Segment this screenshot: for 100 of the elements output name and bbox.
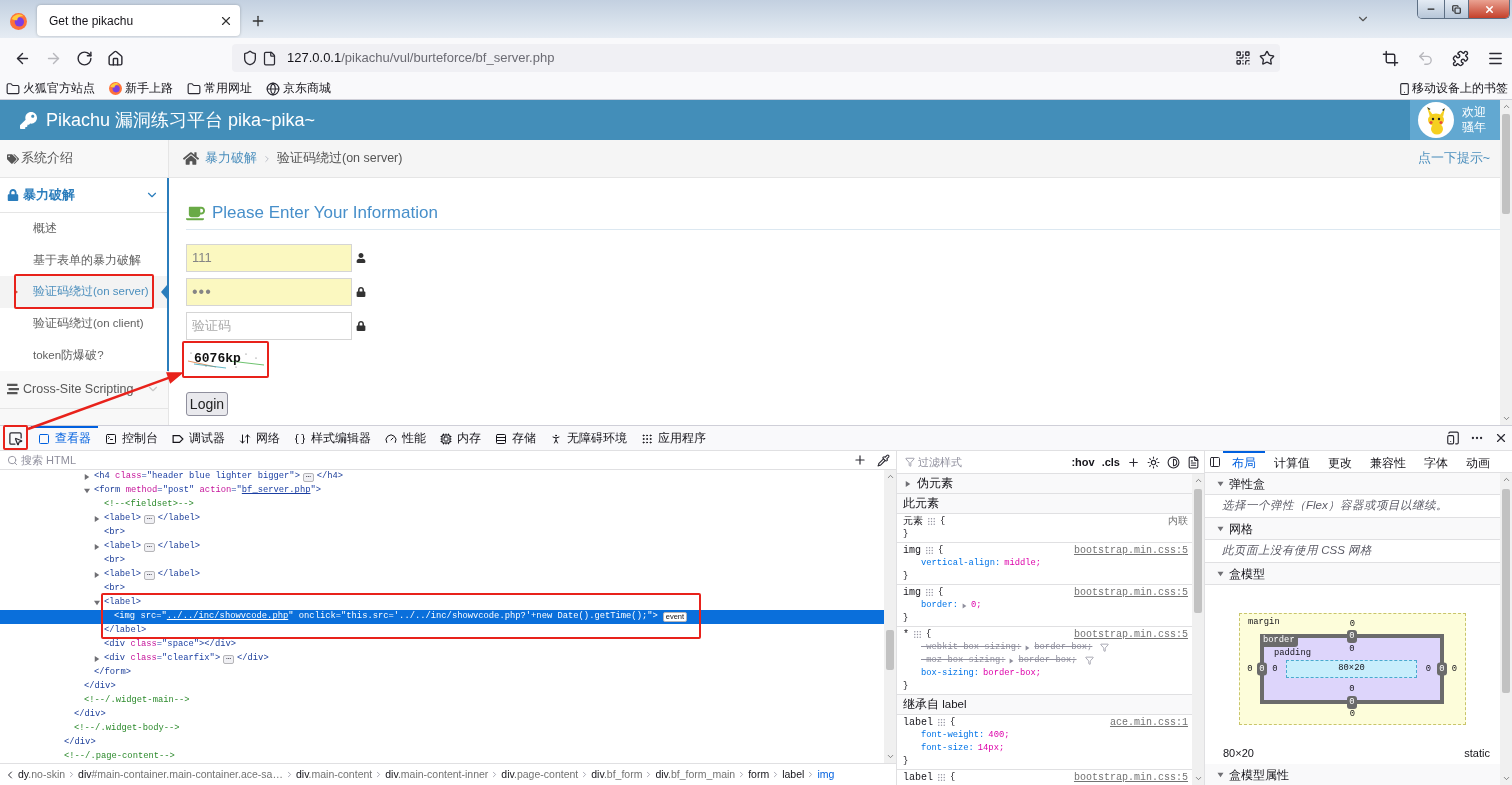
breadcrumb-crumb[interactable]: dy.no-skin bbox=[18, 766, 66, 783]
margin-value[interactable]: 0 bbox=[1349, 619, 1356, 629]
css-selector[interactable]: label bbox=[903, 715, 933, 730]
css-property[interactable]: font-size: bbox=[921, 741, 974, 756]
chevron-down-icon[interactable] bbox=[885, 752, 895, 761]
stylesheet-link[interactable]: bootstrap.min.css:5 bbox=[1073, 770, 1188, 785]
devtools-tab[interactable]: 样式编辑器 bbox=[287, 426, 378, 450]
html-element[interactable]: <br> bbox=[104, 554, 126, 568]
pseudo-class-toggle[interactable]: .cls bbox=[1101, 453, 1120, 471]
section-toggle[interactable]: 盒模型 bbox=[1205, 563, 1500, 585]
home-icon[interactable] bbox=[107, 49, 124, 67]
puzzle-piece-icon[interactable] bbox=[1452, 49, 1469, 67]
html-element[interactable]: <br> bbox=[104, 582, 126, 596]
qr-code-icon[interactable] bbox=[1235, 50, 1251, 66]
devtools-tab[interactable]: 无障碍环境 bbox=[543, 426, 634, 450]
devtools-tab[interactable]: 控制台 bbox=[98, 426, 165, 450]
html-comment[interactable]: <!--/.widget-body--> bbox=[74, 722, 180, 736]
css-property[interactable]: box-sizing: bbox=[921, 666, 980, 681]
bookmark-item[interactable]: 新手上路 bbox=[109, 79, 173, 98]
css-property[interactable]: vertical-align: bbox=[921, 556, 1001, 571]
chevron-up-icon[interactable] bbox=[1501, 475, 1511, 484]
css-value[interactable]: border-box; bbox=[983, 666, 1042, 681]
triangle-down-icon[interactable] bbox=[1217, 525, 1224, 532]
dot-grid-icon[interactable] bbox=[926, 547, 933, 554]
sidebar-tab[interactable]: 动画 bbox=[1457, 451, 1499, 472]
css-value[interactable]: middle; bbox=[1004, 556, 1042, 571]
html-comment[interactable]: <!--<fieldset>--> bbox=[104, 498, 194, 512]
site-title[interactable]: Pikachu 漏洞练习平台 pika~pika~ bbox=[46, 106, 316, 134]
eyedropper-icon[interactable] bbox=[877, 453, 890, 467]
sun-icon[interactable] bbox=[1147, 455, 1160, 469]
breadcrumb-crumb[interactable]: label bbox=[782, 766, 805, 783]
dot-grid-icon[interactable] bbox=[938, 719, 945, 726]
scrollbar-thumb[interactable] bbox=[1502, 114, 1510, 214]
chevron-down-icon[interactable] bbox=[1501, 774, 1511, 783]
border-width-badge[interactable]: 0 bbox=[1257, 662, 1267, 676]
devices-icon[interactable] bbox=[1446, 431, 1460, 445]
css-selector[interactable]: 元素 bbox=[903, 514, 923, 529]
dot-grid-icon[interactable] bbox=[938, 774, 945, 781]
dot-grid-icon[interactable] bbox=[928, 518, 935, 525]
plus-icon[interactable] bbox=[1127, 455, 1140, 469]
border-width-badge[interactable]: 0 bbox=[1437, 662, 1447, 676]
padding-value[interactable]: 0 bbox=[1349, 684, 1355, 694]
stylesheet-link[interactable]: bootstrap.min.css:5 bbox=[1073, 585, 1188, 600]
sidebar-tab[interactable]: 更改 bbox=[1319, 451, 1361, 472]
section-toggle[interactable]: 网格 bbox=[1205, 518, 1500, 540]
collapsed-content-badge[interactable]: ⋯ bbox=[143, 570, 155, 580]
login-button[interactable]: Login bbox=[186, 392, 228, 416]
page-icon[interactable] bbox=[262, 50, 277, 66]
bookmark-item[interactable]: 火狐官方站点 bbox=[6, 79, 95, 98]
breadcrumb-crumb[interactable]: div.page-content bbox=[501, 766, 579, 783]
chevron-up-icon[interactable] bbox=[1501, 102, 1511, 111]
sidebar-tab[interactable]: 计算值 bbox=[1265, 451, 1319, 472]
breadcrumb-crumb[interactable]: div#main-container.main-container.ace-sa… bbox=[78, 766, 283, 783]
collapsed-content-badge[interactable]: ⋯ bbox=[143, 514, 155, 524]
scrollbar-thumb[interactable] bbox=[1194, 489, 1202, 613]
triangle-down-icon[interactable] bbox=[1217, 771, 1224, 778]
css-selector[interactable]: img bbox=[903, 585, 921, 600]
html-element[interactable]: <div class="space"></div> bbox=[104, 638, 236, 652]
bookmark-item[interactable]: 京东商城 bbox=[266, 79, 331, 98]
html-element[interactable]: <label> ⋯ </label> bbox=[104, 540, 200, 554]
padding-value[interactable]: 0 bbox=[1272, 664, 1278, 674]
dot-grid-icon[interactable] bbox=[926, 589, 933, 596]
reload-icon[interactable] bbox=[76, 49, 93, 67]
margin-value[interactable]: 0 bbox=[1349, 709, 1356, 719]
closing-tag[interactable]: </label> bbox=[104, 624, 147, 638]
html-element[interactable]: <br> bbox=[104, 526, 126, 540]
breadcrumb-crumb[interactable]: div.bf_form bbox=[591, 766, 643, 783]
minimize-button[interactable] bbox=[1418, 0, 1445, 18]
html-element[interactable]: <h4 class="header blue lighter bigger"> ⋯ </h4> bbox=[94, 470, 344, 484]
document-icon[interactable] bbox=[1187, 455, 1200, 469]
html-element[interactable]: <label> ⋯ </label> bbox=[104, 568, 200, 582]
html-element[interactable]: <div class="clearfix"> ⋯ </div> bbox=[104, 652, 269, 666]
css-value[interactable]: 400; bbox=[988, 728, 1010, 743]
address-field[interactable]: 127.0.0.1/pikachu/vul/burteforce/bf_server.php bbox=[232, 44, 1280, 72]
css-selector[interactable]: * bbox=[903, 627, 909, 642]
breadcrumb-crumb[interactable]: img bbox=[817, 766, 835, 783]
chevron-down-icon[interactable] bbox=[1501, 414, 1511, 423]
scrollbar-thumb[interactable] bbox=[1502, 489, 1510, 693]
close-button[interactable] bbox=[1469, 0, 1509, 18]
bookmark-item[interactable]: 常用网址 bbox=[187, 79, 252, 98]
chevron-up-icon[interactable] bbox=[1193, 476, 1203, 485]
shield-icon[interactable] bbox=[242, 50, 258, 66]
section-toggle[interactable]: 盒模型属性 bbox=[1205, 764, 1500, 785]
margin-value[interactable]: 0 bbox=[1451, 664, 1458, 674]
scrollbar-thumb[interactable] bbox=[886, 630, 894, 670]
padding-value[interactable]: 0 bbox=[1425, 664, 1432, 674]
devtools-tab[interactable]: 存储 bbox=[488, 426, 543, 450]
border-width-badge[interactable]: 0 bbox=[1347, 629, 1357, 643]
bookmark-item[interactable]: 移动设备上的书签 bbox=[1398, 79, 1508, 98]
css-property[interactable]: border: bbox=[921, 598, 958, 613]
closing-tag[interactable]: </form> bbox=[94, 666, 131, 680]
breadcrumb-crumb[interactable]: div.main-content-inner bbox=[385, 766, 489, 783]
css-value[interactable]: 14px; bbox=[977, 741, 1005, 756]
html-comment[interactable]: <!--/.widget-main--> bbox=[84, 694, 190, 708]
sidebar-tab[interactable]: 字体 bbox=[1415, 451, 1457, 472]
triangle-right-icon[interactable] bbox=[1025, 644, 1031, 651]
triangle-down-icon[interactable] bbox=[1217, 570, 1224, 577]
element-picker-icon[interactable] bbox=[7, 430, 23, 446]
triangle-right-icon[interactable] bbox=[961, 602, 967, 609]
breadcrumb-crumb[interactable]: div.bf_form_main bbox=[655, 766, 736, 783]
